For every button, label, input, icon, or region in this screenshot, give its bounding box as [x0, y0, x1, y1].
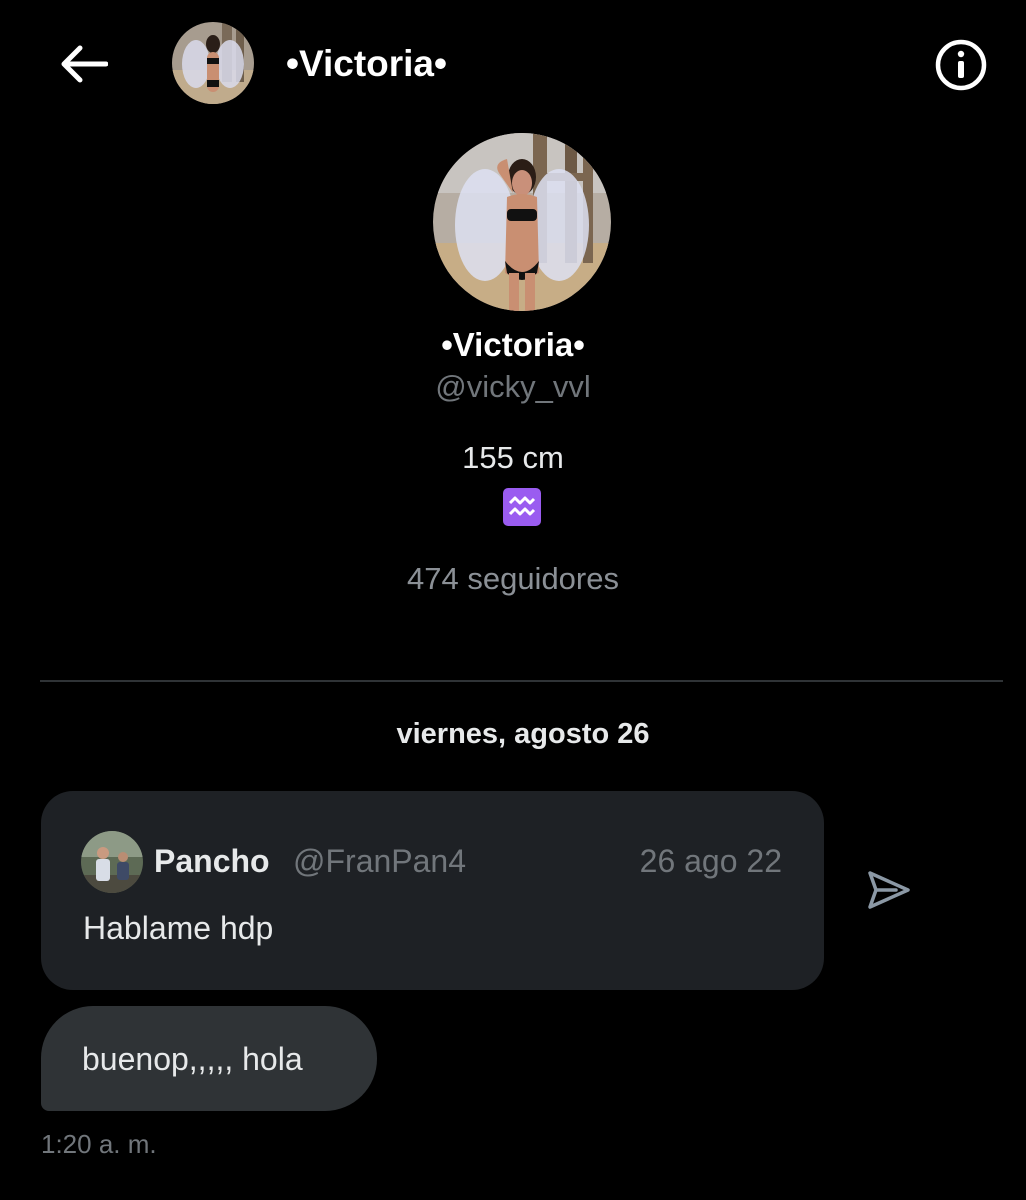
tweet-date: 26 ago 22 [639, 843, 782, 879]
profile-display-name: •Victoria• [441, 326, 585, 363]
message-bubble[interactable]: buenop,,,,, hola [41, 1006, 377, 1111]
tweet-author-handle[interactable]: @FranPan4 [293, 839, 466, 883]
message-timestamp: 1:20 a. m. [41, 1129, 157, 1159]
tweet-author-avatar[interactable] [81, 831, 143, 893]
profile-handle: @vicky_vvl [435, 369, 591, 404]
profile-bio: 155 cm [462, 440, 564, 475]
info-circle-icon [935, 39, 987, 91]
section-divider [40, 680, 1003, 682]
date-separator: viernes, agosto 26 [396, 718, 650, 750]
back-button[interactable] [52, 36, 114, 92]
contact-avatar[interactable] [172, 22, 254, 104]
avatar-photo [172, 22, 254, 104]
conversation-title[interactable]: •Victoria• [286, 38, 447, 90]
tweet-text: Hablame hdp [83, 910, 274, 946]
arrow-left-icon [61, 45, 108, 83]
profile-followers[interactable]: 474 seguidores [0, 557, 1026, 601]
conversation-info-button[interactable] [928, 32, 994, 98]
send-icon [868, 871, 910, 909]
share-tweet-button[interactable] [861, 862, 917, 918]
tweet-author-photo [81, 831, 143, 893]
tweet-author-name[interactable]: Pancho [154, 839, 270, 883]
profile-avatar[interactable] [433, 133, 611, 311]
aquarius-icon [503, 488, 541, 526]
message-text: buenop,,,,, hola [82, 1040, 303, 1077]
profile-photo [433, 133, 611, 311]
shared-tweet-card[interactable]: Pancho @FranPan4 26 ago 22 Hablame hdp [41, 791, 824, 990]
aquarius-glyph [508, 496, 536, 516]
